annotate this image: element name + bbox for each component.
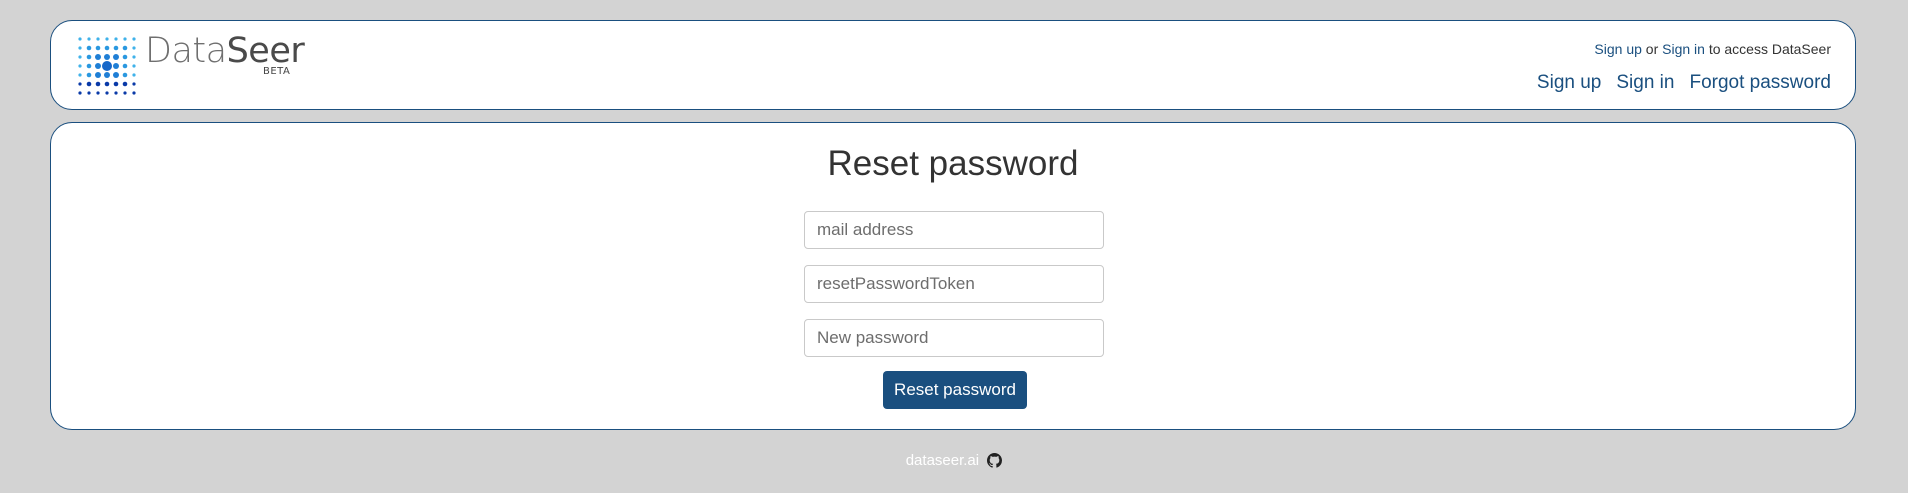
logo-dot xyxy=(122,54,128,60)
logo-dot xyxy=(96,91,100,95)
access-signup-link[interactable]: Sign up xyxy=(1594,41,1641,57)
footer-dataseer-link[interactable]: dataseer.ai xyxy=(906,452,979,469)
brand-wordmark[interactable]: DataSeer xyxy=(145,31,305,71)
email-field[interactable] xyxy=(804,211,1104,249)
github-icon[interactable] xyxy=(987,453,1003,472)
logo-dot xyxy=(78,91,82,95)
logo-dot xyxy=(122,72,128,78)
beta-badge: BETA xyxy=(263,66,291,77)
logo-dot xyxy=(78,64,82,68)
logo-dot xyxy=(132,55,136,59)
logo-dot xyxy=(86,45,92,51)
logo-dot xyxy=(113,72,119,78)
logo-dot xyxy=(113,63,119,69)
site-header: DataSeer BETA Sign up or Sign in to acce… xyxy=(50,20,1856,110)
logo-dot xyxy=(132,91,136,95)
logo-dot xyxy=(105,37,109,41)
logo-dot xyxy=(132,37,136,41)
nav-signup-link[interactable]: Sign up xyxy=(1537,72,1601,94)
logo-dot xyxy=(78,46,82,50)
logo-dot xyxy=(114,91,118,95)
logo-dot xyxy=(86,63,92,69)
brand-wordmark-light: Data xyxy=(145,31,227,71)
logo-dot xyxy=(95,81,101,87)
logo-dot xyxy=(132,64,136,68)
logo-dot xyxy=(87,91,91,95)
logo-dot xyxy=(113,45,119,51)
logo-dot xyxy=(132,46,136,50)
site-footer: dataseer.ai xyxy=(0,452,1908,472)
access-hint: Sign up or Sign in to access DataSeer xyxy=(1594,41,1831,57)
header-nav: Sign up Sign in Forgot password xyxy=(1537,72,1831,94)
brand-wordmark-bold: Seer xyxy=(226,31,305,71)
logo-dot xyxy=(114,37,118,41)
page-title: Reset password xyxy=(827,144,1079,183)
logo-dot xyxy=(123,37,127,41)
logo-dot xyxy=(104,81,110,87)
logo-dot xyxy=(113,81,119,87)
logo-dot xyxy=(105,91,109,95)
logo-dot xyxy=(86,54,92,60)
logo-dot xyxy=(96,37,100,41)
new-password-field[interactable] xyxy=(804,319,1104,357)
logo-dot xyxy=(95,72,101,78)
logo-dot xyxy=(123,91,127,95)
logo-dot xyxy=(78,55,82,59)
logo-dot xyxy=(132,82,136,86)
logo-dot xyxy=(102,61,112,71)
access-suffix-text: to access DataSeer xyxy=(1704,41,1831,57)
logo-dot xyxy=(86,72,92,78)
logo-dot xyxy=(132,73,136,77)
logo-dot xyxy=(122,63,128,69)
dataseer-logo-icon[interactable] xyxy=(75,34,139,98)
access-signin-link[interactable]: Sign in xyxy=(1662,41,1705,57)
nav-forgot-password-link[interactable]: Forgot password xyxy=(1689,72,1831,94)
logo-dot xyxy=(78,82,82,86)
reset-token-field[interactable] xyxy=(804,265,1104,303)
logo-dot xyxy=(95,63,101,69)
logo-dot xyxy=(122,45,128,51)
logo-dot xyxy=(87,37,91,41)
logo-dot xyxy=(86,81,92,87)
logo-dot xyxy=(95,54,101,60)
logo-dot xyxy=(104,45,110,51)
logo-dot xyxy=(104,54,110,60)
reset-password-button[interactable]: Reset password xyxy=(883,371,1027,409)
logo-dot xyxy=(104,72,110,78)
reset-password-card: Reset password Reset password xyxy=(50,122,1856,430)
logo-dot xyxy=(122,81,128,87)
logo-dot xyxy=(113,54,119,60)
logo-dot xyxy=(95,45,101,51)
logo-dot xyxy=(78,73,82,77)
logo-dot xyxy=(78,37,82,41)
nav-signin-link[interactable]: Sign in xyxy=(1616,72,1674,94)
access-or-text: or xyxy=(1641,41,1663,57)
